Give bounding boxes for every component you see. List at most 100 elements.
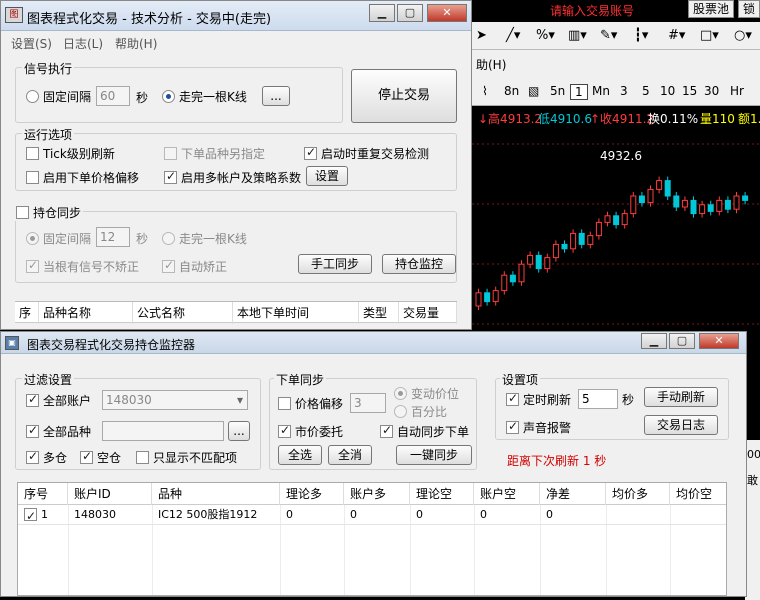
one-click-sync-button[interactable]: 一键同步 — [396, 445, 472, 465]
stop-trading-button[interactable]: 停止交易 — [351, 69, 457, 123]
background-top-bar: 请输入交易账号 股票池 锁 — [472, 0, 760, 20]
refresh-interval-input[interactable]: 5 — [578, 389, 618, 409]
position-grid[interactable]: 序号 账户ID 品种 理论多 账户多 理论空 账户空 净差 均价多 均价空 1 … — [17, 482, 727, 596]
monitor-titlebar[interactable]: ▣ 图表交易程式化交易持仓监控器 ▁ ▢ ✕ — [1, 332, 746, 354]
position-fixed-interval-radio[interactable]: 固定间隔 — [26, 230, 91, 247]
col-account-short[interactable]: 账户空 — [474, 483, 540, 505]
circle-icon[interactable]: ○▾ — [734, 28, 752, 43]
period-7[interactable]: 15 — [682, 84, 697, 98]
signal-fixed-interval-radio[interactable]: 固定间隔 — [26, 88, 91, 105]
pen-icon[interactable]: ✎▾ — [600, 28, 617, 43]
maximize-button[interactable]: ▢ — [397, 4, 423, 22]
select-all-button[interactable]: 全选 — [278, 445, 322, 465]
period-1[interactable]: 5n — [550, 84, 565, 98]
short-position-checkbox[interactable]: 空仓 — [80, 449, 121, 466]
menu-settings[interactable]: 设置(S) — [11, 35, 52, 52]
timed-refresh-checkbox[interactable]: 定时刷新 — [506, 391, 571, 408]
row-net-diff: 0 — [546, 508, 553, 521]
col-theory-long[interactable]: 理论多 — [280, 483, 344, 505]
lock-button[interactable]: 锁 — [738, 0, 760, 18]
row-index-cell[interactable]: 1 — [18, 505, 68, 526]
cursor-icon[interactable]: ➤ — [476, 28, 487, 43]
multi-account-checkbox[interactable]: 启用多帐户及策略系数 — [164, 169, 301, 186]
order-col-index[interactable]: 序 — [15, 302, 39, 324]
period-2[interactable]: 1 — [570, 84, 588, 100]
period-5[interactable]: 5 — [642, 84, 650, 98]
sound-alert-checkbox[interactable]: 声音报警 — [506, 419, 571, 436]
run-settings-button[interactable]: 设置 — [306, 166, 348, 186]
period-6[interactable]: 10 — [660, 84, 675, 98]
order-col-formula[interactable]: 公式名称 — [133, 302, 233, 324]
percent-icon[interactable]: %▾ — [536, 28, 555, 43]
order-col-type[interactable]: 类型 — [359, 302, 399, 324]
monitor-maximize-button[interactable]: ▢ — [669, 333, 695, 349]
trade-log-button[interactable]: 交易日志 — [644, 415, 718, 435]
col-theory-short[interactable]: 理论空 — [410, 483, 474, 505]
close-button[interactable]: ✕ — [427, 4, 467, 22]
price-offset-checkbox[interactable]: 启用下单价格偏移 — [26, 169, 139, 186]
col-avg-long[interactable]: 均价多 — [606, 483, 670, 505]
no-correct-checkbox[interactable]: 当根有信号不矫正 — [26, 258, 139, 275]
rect-icon[interactable]: □▾ — [700, 28, 719, 43]
menu-log[interactable]: 日志(L) — [63, 35, 103, 52]
period-4[interactable]: 3 — [620, 84, 628, 98]
period-9[interactable]: Hr — [730, 84, 744, 98]
col-account-id[interactable]: 账户ID — [68, 483, 152, 505]
position-bar-close-radio[interactable]: 走完一根K线 — [162, 230, 247, 247]
candlestick-chart[interactable]: 4932.6 — [472, 126, 760, 346]
order-other-symbol-checkbox[interactable]: 下单品种另指定 — [164, 145, 265, 162]
long-position-checkbox[interactable]: 多仓 — [26, 449, 67, 466]
deselect-all-button[interactable]: 全消 — [328, 445, 372, 465]
chart-icon[interactable]: ▧ — [528, 84, 539, 98]
manual-refresh-button[interactable]: 手动刷新 — [644, 387, 718, 407]
grid-icon[interactable]: #▾ — [668, 28, 685, 43]
all-accounts-checkbox[interactable]: 全部账户 — [26, 392, 91, 409]
monitor-minimize-button[interactable]: ▁ — [641, 333, 667, 349]
percent-radio[interactable]: 百分比 — [394, 403, 447, 420]
auto-sync-checkbox[interactable]: 自动同步下单 — [380, 423, 469, 440]
main-titlebar[interactable]: 图 图表程式化交易 - 技术分析 - 交易中(走完) ▁ ▢ ✕ — [1, 1, 471, 31]
col-net-diff[interactable]: 净差 — [540, 483, 606, 505]
bars-icon[interactable]: ┇▾ — [634, 28, 648, 43]
help-menu[interactable]: 助(H) — [476, 56, 506, 73]
auto-correct-checkbox[interactable]: 自动矫正 — [162, 258, 227, 275]
col-avg-short[interactable]: 均价空 — [670, 483, 726, 505]
order-col-volume[interactable]: 交易量 — [399, 302, 457, 324]
minimize-button[interactable]: ▁ — [369, 4, 395, 22]
symbol-ellipsis-button[interactable]: ... — [228, 421, 250, 441]
tick-price-radio[interactable]: 变动价位 — [394, 385, 459, 402]
account-select[interactable]: 148030 ▾ — [102, 390, 248, 410]
period-3[interactable]: Mn — [592, 84, 610, 98]
signal-interval-input[interactable]: 60 — [96, 86, 130, 106]
signal-bar-close-radio[interactable]: 走完一根K线 — [162, 88, 247, 105]
col-index[interactable]: 序号 — [18, 483, 68, 505]
menu-help[interactable]: 帮助(H) — [115, 35, 157, 52]
position-interval-input[interactable]: 12 — [96, 227, 130, 247]
app-icon: 图 — [5, 7, 23, 23]
signal-ellipsis-button[interactable]: ... — [262, 86, 290, 106]
col-account-long[interactable]: 账户多 — [344, 483, 410, 505]
order-col-time[interactable]: 本地下单时间 — [233, 302, 359, 324]
period-0[interactable]: 8n — [504, 84, 519, 98]
row-select-checkbox[interactable] — [24, 506, 37, 526]
line-icon[interactable]: ╱▾ — [506, 28, 520, 43]
monitor-price-offset-checkbox[interactable]: 价格偏移 — [278, 395, 343, 412]
symbol-input[interactable] — [102, 421, 224, 441]
col-symbol[interactable]: 品种 — [152, 483, 280, 505]
stock-pool-button[interactable]: 股票池 — [688, 0, 734, 18]
offset-value-input[interactable]: 3 — [350, 393, 386, 413]
period-line-icon[interactable]: ⌇ — [482, 84, 488, 98]
period-8[interactable]: 30 — [704, 84, 719, 98]
all-symbols-checkbox[interactable]: 全部品种 — [26, 423, 91, 440]
monitor-close-button[interactable]: ✕ — [699, 333, 739, 349]
tick-refresh-checkbox[interactable]: Tick级别刷新 — [26, 145, 115, 162]
manual-sync-button[interactable]: 手工同步 — [298, 254, 372, 274]
order-col-symbol[interactable]: 品种名称 — [39, 302, 133, 324]
table-row[interactable]: 1 148030 IC12 500股指1912 0 0 0 0 0 — [18, 505, 726, 526]
startup-recheck-checkbox[interactable]: 启动时重复交易检测 — [304, 145, 429, 162]
market-order-checkbox[interactable]: 市价委托 — [278, 423, 343, 440]
ruler-icon[interactable]: ▥▾ — [568, 28, 587, 43]
position-sync-checkbox[interactable]: 持仓同步 — [14, 204, 84, 221]
position-monitor-button[interactable]: 持仓监控 — [382, 254, 456, 274]
mismatch-only-checkbox[interactable]: 只显示不匹配项 — [136, 449, 237, 466]
